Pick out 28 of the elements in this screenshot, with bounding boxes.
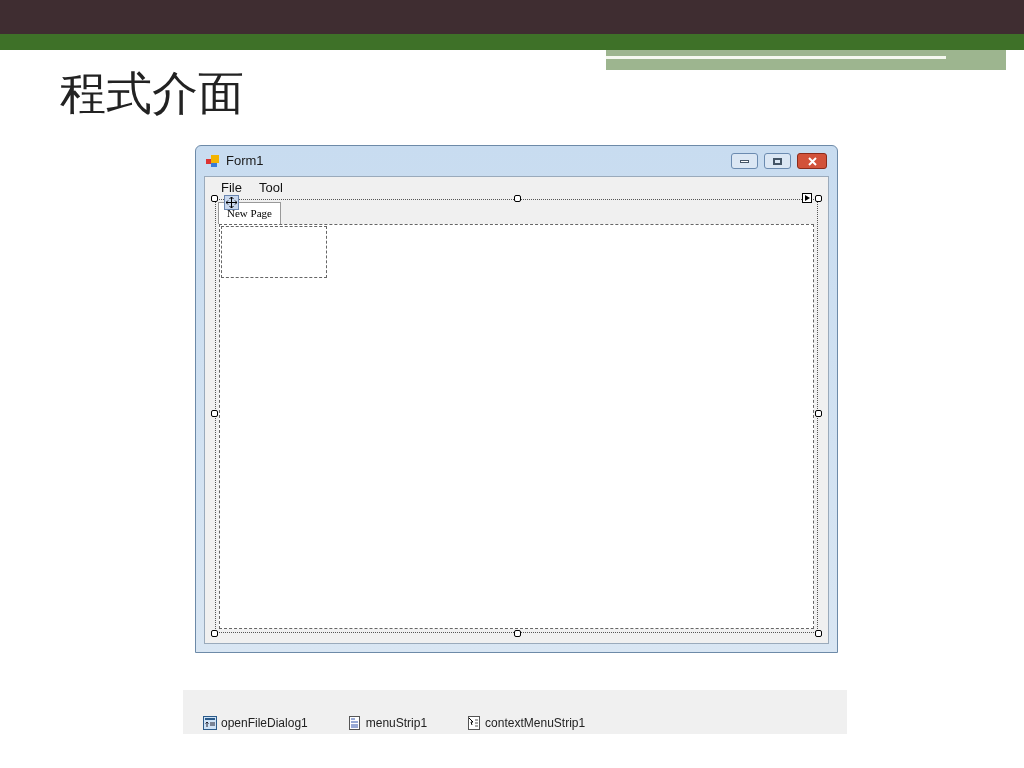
menu-icon (347, 716, 362, 730)
resize-handle[interactable] (211, 630, 218, 637)
triangle-icon (804, 195, 810, 201)
menu-item[interactable]: Tool (258, 178, 283, 198)
move-handle[interactable] (224, 195, 239, 210)
move-icon (226, 197, 237, 208)
window-title: Form1 (226, 152, 264, 171)
menu-item[interactable]: File (221, 178, 242, 198)
form-icon (206, 155, 220, 167)
resize-handle[interactable] (211, 410, 218, 417)
resize-handle[interactable] (514, 630, 521, 637)
smart-tag-button[interactable] (802, 193, 812, 203)
close-button[interactable] (797, 153, 827, 169)
resize-handle[interactable] (815, 630, 822, 637)
resize-handle[interactable] (815, 410, 822, 417)
context-menu-icon (467, 716, 482, 730)
dialog-icon (203, 716, 217, 730)
component-label[interactable]: menuStrip1 (365, 714, 428, 732)
minimize-button[interactable] (731, 153, 758, 169)
resize-handle[interactable] (211, 195, 218, 202)
component-label[interactable]: contextMenuStrip1 (485, 714, 586, 732)
tab[interactable]: New Page (218, 202, 281, 224)
component-label[interactable]: openFileDialog1 (221, 714, 308, 732)
resize-handle[interactable] (514, 195, 521, 202)
resize-handle[interactable] (815, 195, 822, 202)
close-icon (807, 156, 817, 166)
maximize-button[interactable] (764, 153, 791, 169)
slide-title: 程式介面 (60, 70, 244, 116)
